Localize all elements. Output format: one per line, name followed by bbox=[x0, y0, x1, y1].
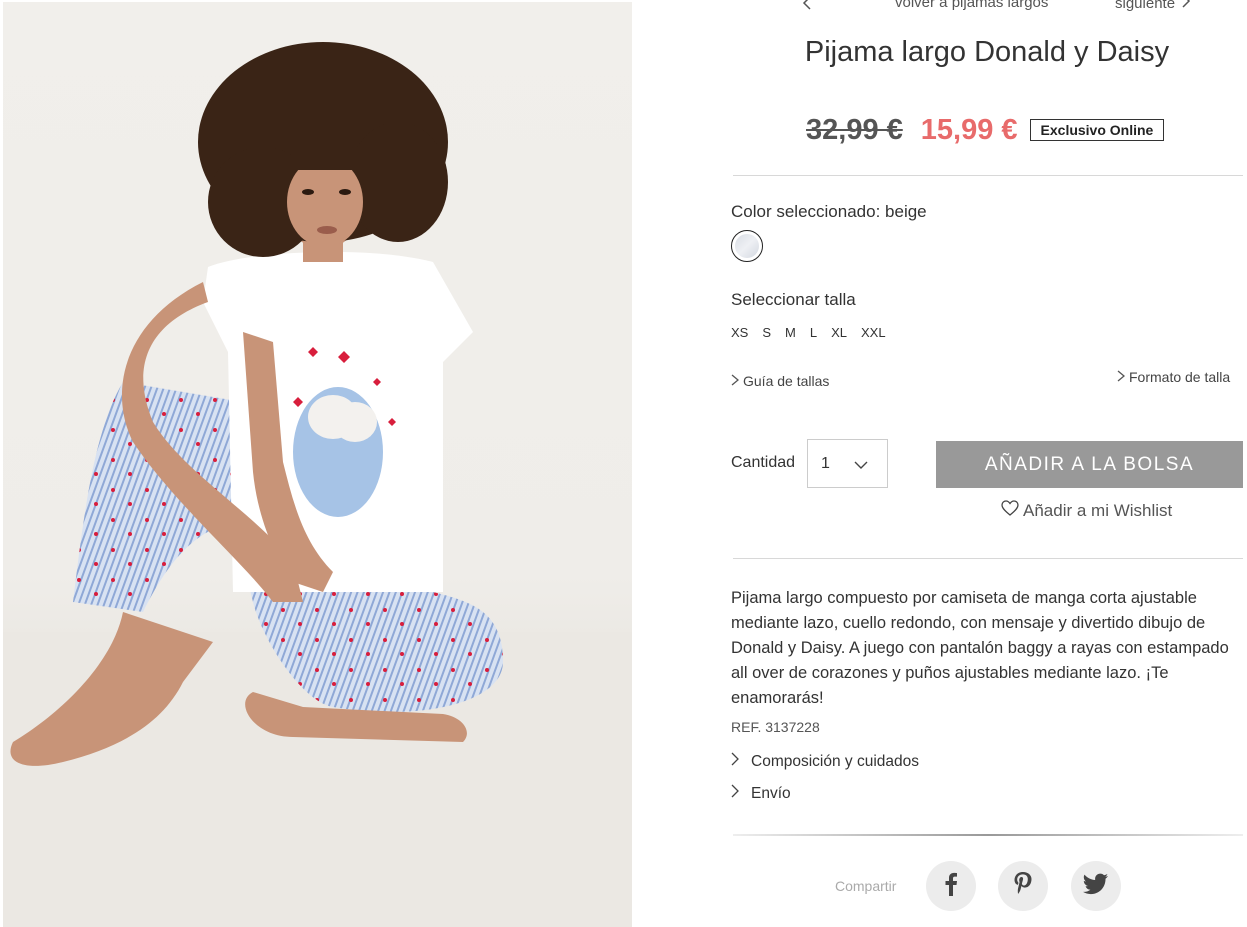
facebook-share-button[interactable] bbox=[926, 861, 976, 911]
size-format-link[interactable]: Formato de talla bbox=[1117, 369, 1230, 385]
quantity-value: 1 bbox=[821, 455, 830, 472]
shipping-label: Envío bbox=[751, 784, 791, 802]
product-photo[interactable] bbox=[3, 2, 632, 927]
chevron-left-icon[interactable] bbox=[802, 0, 812, 14]
product-navigation: volver a pijamas largos siguiente bbox=[700, 0, 1247, 16]
shipping-accordion[interactable]: Envío bbox=[731, 784, 791, 803]
next-product-link[interactable]: siguiente bbox=[1115, 0, 1191, 12]
pinterest-icon bbox=[1013, 871, 1033, 902]
add-to-wishlist-link[interactable]: Añadir a mi Wishlist bbox=[1001, 500, 1172, 521]
size-guide-label: Guía de tallas bbox=[743, 373, 830, 389]
product-title: Pijama largo Donald y Daisy bbox=[804, 36, 1170, 68]
color-swatch-beige[interactable] bbox=[731, 230, 763, 262]
chevron-right-icon bbox=[1181, 0, 1191, 12]
back-to-category-link[interactable]: volver a pijamas largos bbox=[895, 0, 1048, 11]
product-description: Pijama largo compuesto por camiseta de m… bbox=[731, 589, 1229, 707]
price-row: 32,99 € 15,99 € Exclusivo Online bbox=[806, 110, 1165, 150]
divider bbox=[733, 175, 1243, 176]
size-guide-link[interactable]: Guía de tallas bbox=[731, 373, 829, 389]
size-option-s[interactable]: S bbox=[762, 325, 771, 340]
divider bbox=[733, 558, 1243, 559]
chevron-down-icon bbox=[854, 457, 868, 475]
size-option-m[interactable]: M bbox=[785, 325, 796, 340]
heart-icon bbox=[1001, 500, 1023, 521]
quantity-label: Cantidad bbox=[731, 454, 796, 471]
composition-care-accordion[interactable]: Composición y cuidados bbox=[731, 752, 919, 771]
old-price: 32,99 € bbox=[806, 113, 903, 146]
divider bbox=[733, 834, 1243, 836]
twitter-share-button[interactable] bbox=[1071, 861, 1121, 911]
size-option-l[interactable]: L bbox=[810, 325, 817, 340]
quantity-select[interactable]: 1 bbox=[807, 439, 888, 488]
product-reference: REF. 3137228 bbox=[731, 719, 820, 735]
size-format-label: Formato de talla bbox=[1129, 369, 1231, 385]
size-option-xs[interactable]: XS bbox=[731, 325, 748, 340]
share-label: Compartir bbox=[835, 878, 897, 894]
exclusive-online-badge: Exclusivo Online bbox=[1029, 119, 1165, 141]
add-to-bag-button[interactable]: AÑADIR A LA BOLSA bbox=[936, 441, 1243, 488]
swatch-fill bbox=[735, 234, 759, 258]
chevron-right-icon bbox=[731, 784, 739, 803]
composition-label: Composición y cuidados bbox=[751, 752, 920, 770]
chevron-right-icon bbox=[731, 752, 739, 771]
twitter-icon bbox=[1082, 873, 1109, 900]
model-illustration bbox=[3, 42, 632, 927]
selected-color-label: Color seleccionado: beige bbox=[731, 202, 927, 221]
next-label: siguiente bbox=[1115, 0, 1176, 12]
product-details-panel: volver a pijamas largos siguiente Pijama… bbox=[700, 0, 1247, 927]
wishlist-label: Añadir a mi Wishlist bbox=[1023, 500, 1173, 520]
chevron-right-icon bbox=[1117, 369, 1126, 385]
size-option-xl[interactable]: XL bbox=[831, 325, 847, 340]
size-options: XS S M L XL XXL bbox=[731, 325, 900, 340]
size-option-xxl[interactable]: XXL bbox=[861, 325, 886, 340]
facebook-icon bbox=[944, 872, 958, 901]
pinterest-share-button[interactable] bbox=[998, 861, 1048, 911]
sale-price: 15,99 € bbox=[920, 113, 1018, 146]
chevron-right-icon bbox=[731, 373, 740, 389]
size-selector-label: Seleccionar talla bbox=[731, 290, 856, 309]
